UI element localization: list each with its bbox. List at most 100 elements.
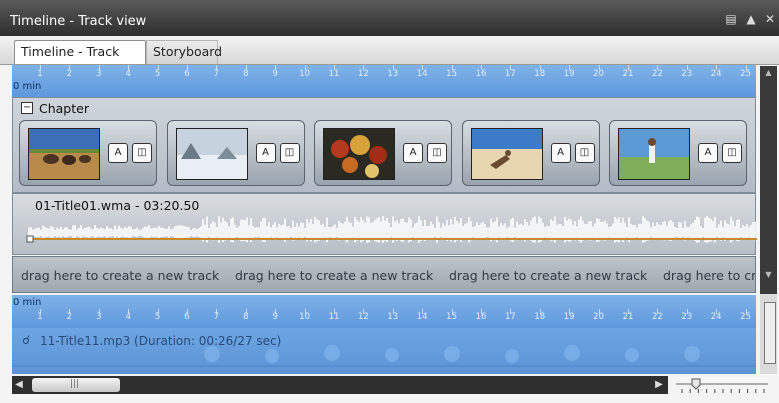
transition-icon[interactable]: ◫ bbox=[279, 143, 300, 163]
ruler-tick-label: 1 bbox=[37, 69, 43, 79]
ruler-start-label: 0 min bbox=[13, 81, 42, 92]
pin-icon[interactable]: ▲ bbox=[744, 12, 758, 26]
ruler-tick-label: 21 bbox=[622, 312, 634, 322]
audio-track[interactable]: 01-Title01.wma - 03:20.50 bbox=[12, 193, 757, 255]
title-text-icon[interactable]: A bbox=[698, 143, 718, 163]
ruler-tick-label: 4 bbox=[125, 312, 131, 322]
ruler-tick-label: 3 bbox=[96, 69, 102, 79]
ruler-tick-label: 25 bbox=[740, 69, 751, 79]
ruler-tick-label: 20 bbox=[593, 69, 604, 79]
new-track-drop-zone[interactable]: drag here to create a new track drag her… bbox=[12, 256, 756, 293]
ruler-tick-label: 6 bbox=[184, 69, 190, 79]
ruler-tick-label: 13 bbox=[387, 312, 399, 322]
zoom-handle[interactable] bbox=[691, 378, 701, 390]
tab-track-view[interactable]: Timeline - Track view bbox=[14, 40, 146, 81]
audio-track-label: 01-Title01.wma - 03:20.50 bbox=[35, 198, 200, 213]
ruler-start-label: 0 min bbox=[13, 297, 42, 308]
video-clip[interactable]: A ◫ bbox=[314, 120, 452, 186]
ruler-tick-label: 10 bbox=[299, 69, 310, 79]
scroll-up-icon[interactable]: ▲ bbox=[760, 66, 777, 80]
ruler-tick-label: 14 bbox=[416, 69, 428, 79]
transition-icon[interactable]: ◫ bbox=[132, 143, 152, 163]
zoom-vertical-slider[interactable] bbox=[764, 302, 776, 364]
video-clip[interactable]: A ◫ bbox=[19, 120, 157, 186]
horizontal-scrollbar[interactable]: ◀ ||| ▶ bbox=[12, 376, 668, 394]
ruler-tick-label: 7 bbox=[213, 312, 220, 322]
window-title: Timeline - Track view bbox=[10, 14, 147, 29]
secondary-time-ruler[interactable]: 0 min 1 2 3 4 5 6 7 8 9 10 11 12 13 14 15 16 17 18 19 20 21 2… bbox=[12, 295, 756, 328]
zoom-slider[interactable] bbox=[672, 376, 772, 396]
tab-strip: Timeline - Track view Storyboard bbox=[0, 36, 779, 81]
collapse-icon[interactable]: − bbox=[21, 102, 33, 114]
chapter-header: − Chapter bbox=[13, 98, 755, 118]
video-clip[interactable]: A ◫ bbox=[461, 120, 600, 186]
drag-hint-text: drag here to create a new track bbox=[449, 268, 648, 283]
ruler-tick-label: 8 bbox=[243, 69, 249, 79]
ruler-tick-label: 19 bbox=[563, 312, 575, 322]
ruler-tick-label: 9 bbox=[272, 69, 278, 79]
ruler-tick-label: 2 bbox=[66, 312, 73, 322]
music-track[interactable]: ☌ 11-Title11.mp3 (Duration: 00:26/27 sec… bbox=[12, 328, 756, 374]
ruler-tick-label: 23 bbox=[681, 69, 693, 79]
transition-icon[interactable]: ◫ bbox=[574, 143, 595, 163]
ruler-tick-label: 12 bbox=[357, 69, 369, 79]
ruler-tick-label: 11 bbox=[328, 312, 340, 322]
ruler-tick-label: 23 bbox=[681, 312, 693, 322]
title-text-icon[interactable]: A bbox=[550, 143, 571, 163]
tab-storyboard[interactable]: Storyboard bbox=[146, 40, 222, 64]
clip-thumbnail bbox=[470, 128, 543, 180]
ruler-tick-label: 2 bbox=[66, 69, 73, 79]
ruler-tick-label: 22 bbox=[651, 69, 663, 79]
ruler-tick-label: 12 bbox=[357, 312, 369, 322]
ruler-tick-label: 5 bbox=[154, 69, 161, 79]
ruler-tick-label: 16 bbox=[475, 69, 487, 79]
title-text-icon[interactable]: A bbox=[403, 143, 423, 163]
video-clip[interactable]: A ◫ bbox=[609, 120, 747, 186]
ruler-tick-label: 7 bbox=[213, 69, 220, 79]
ruler-tick-label: 19 bbox=[563, 69, 575, 79]
close-icon[interactable]: ✕ bbox=[763, 12, 777, 26]
chapter-label: Chapter bbox=[39, 101, 89, 116]
ruler-tick-label: 6 bbox=[184, 312, 190, 322]
ruler-tick-label: 16 bbox=[475, 312, 487, 322]
ruler-tick-label: 17 bbox=[504, 69, 516, 79]
ruler-tick-label: 14 bbox=[416, 312, 428, 322]
chapter-track: − Chapter A ◫ A ◫ A ◫ A ◫ A ◫ bbox=[12, 97, 756, 193]
scroll-down-icon[interactable]: ▼ bbox=[760, 268, 777, 282]
music-track-label: 11-Title11.mp3 (Duration: 00:26/27 sec) bbox=[40, 334, 282, 348]
scroll-right-icon[interactable]: ▶ bbox=[652, 376, 666, 394]
ruler-tick-label: 1 bbox=[37, 312, 43, 322]
ruler-tick-label: 4 bbox=[125, 69, 131, 79]
drag-hint-text: drag here to create a new track bbox=[21, 268, 220, 283]
timeline-window: Timeline - Track view ▤ ▲ ✕ Timeline - T… bbox=[0, 0, 779, 403]
title-text-icon[interactable]: A bbox=[108, 143, 128, 163]
ruler-tick-label: 9 bbox=[272, 312, 278, 322]
clip-thumbnail bbox=[323, 128, 395, 180]
scroll-thumb[interactable]: ||| bbox=[32, 378, 120, 392]
ruler-tick-label: 18 bbox=[534, 312, 546, 322]
scroll-left-icon[interactable]: ◀ bbox=[12, 376, 26, 394]
ruler-tick-label: 8 bbox=[243, 312, 249, 322]
speaker-icon[interactable]: ☌ bbox=[22, 333, 30, 347]
video-clip[interactable]: A ◫ bbox=[166, 120, 305, 186]
transition-icon[interactable]: ◫ bbox=[427, 143, 447, 163]
scroll-track[interactable]: ▲ ▼ bbox=[760, 66, 777, 294]
clip-thumbnail bbox=[175, 128, 248, 180]
drag-hint-text: drag here to create a new track bbox=[235, 268, 434, 283]
audio-waveform bbox=[26, 216, 757, 243]
restore-icon[interactable]: ▤ bbox=[724, 12, 738, 26]
ruler-tick-label: 11 bbox=[328, 69, 340, 79]
clip-thumbnail bbox=[28, 128, 100, 180]
ruler-tick-label: 10 bbox=[299, 312, 310, 322]
title-bar: Timeline - Track view ▤ ▲ ✕ bbox=[0, 0, 779, 36]
vertical-scrollbar[interactable]: ▲ ▼ bbox=[760, 66, 777, 374]
time-ruler[interactable]: 0 min 1 2 3 4 5 6 7 8 9 10 11 12 13 14 15 16 17 18 19 20 21 2… bbox=[12, 65, 756, 97]
title-text-icon[interactable]: A bbox=[255, 143, 276, 163]
ruler-tick-label: 22 bbox=[651, 312, 663, 322]
ruler-tick-label: 20 bbox=[593, 312, 604, 322]
ruler-tick-label: 24 bbox=[710, 69, 722, 79]
ruler-tick-label: 5 bbox=[154, 312, 161, 322]
ruler-tick-label: 17 bbox=[504, 312, 516, 322]
transition-icon[interactable]: ◫ bbox=[722, 143, 742, 163]
clip-thumbnail bbox=[618, 128, 690, 180]
